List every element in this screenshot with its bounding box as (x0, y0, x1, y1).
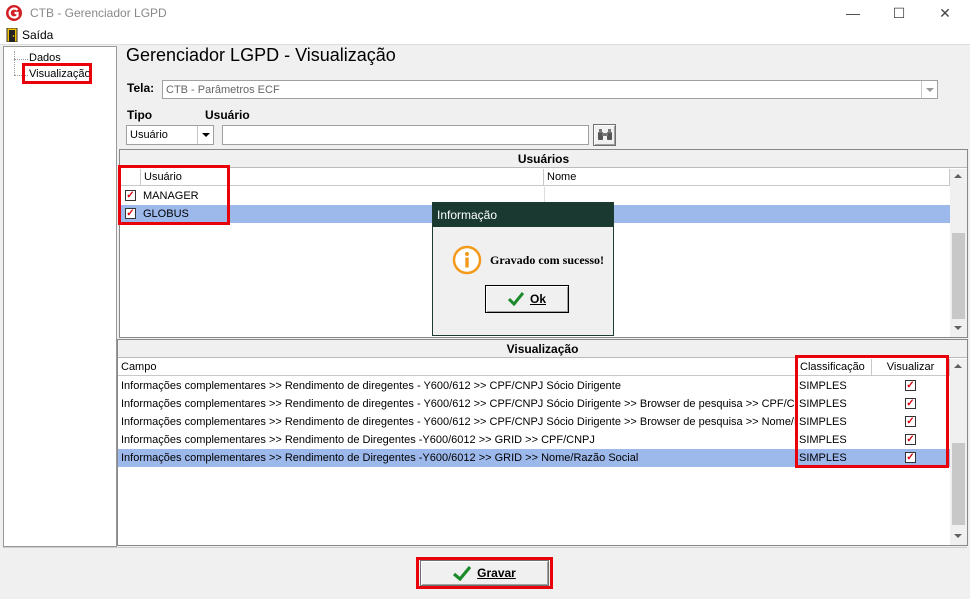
usuario-label: Usuário (205, 108, 250, 122)
scrollbar-thumb[interactable] (952, 233, 965, 319)
campo-cell: Informações complementares >> Rendimento… (121, 398, 797, 410)
dialog-title: Informação (433, 203, 613, 227)
checkmark-icon (507, 292, 524, 306)
info-dialog: Informação Gravado com sucesso! Ok (432, 202, 614, 336)
tela-value: CTB - Parâmetros ECF (166, 84, 280, 96)
visualizacao-scrollbar[interactable] (950, 359, 967, 545)
exit-door-icon (6, 28, 18, 42)
tree-connector (14, 51, 15, 75)
title-bar: CTB - Gerenciador LGPD (0, 0, 970, 26)
ok-button[interactable]: Ok (485, 285, 569, 313)
highlight-box (118, 165, 230, 225)
scroll-down-icon[interactable] (954, 534, 962, 538)
campo-cell: Informações complementares >> Rendimento… (121, 434, 595, 446)
campo-cell: Informações complementares >> Rendimento… (121, 452, 639, 464)
highlight-box (22, 63, 92, 84)
menu-bar: Saída (0, 26, 970, 45)
campo-cell: Informações complementares >> Rendimento… (121, 380, 621, 392)
column-header-nome[interactable]: Nome (544, 169, 950, 186)
dialog-message: Gravado com sucesso! (490, 253, 604, 267)
page-title: Gerenciador LGPD - Visualização (126, 45, 396, 65)
chevron-down-icon[interactable] (197, 126, 213, 144)
scroll-up-icon[interactable] (954, 364, 962, 368)
tipo-value: Usuário (130, 129, 168, 141)
highlight-box (795, 355, 949, 468)
maximize-button[interactable]: ☐ (876, 0, 922, 26)
tela-label: Tela: (127, 81, 155, 95)
scroll-up-icon[interactable] (954, 174, 962, 178)
scrollbar-thumb[interactable] (952, 443, 965, 525)
window-title: CTB - Gerenciador LGPD (30, 6, 167, 20)
minimize-button[interactable]: — (830, 0, 876, 26)
ok-button-label: Ok (529, 292, 546, 306)
usuarios-scrollbar[interactable] (950, 169, 967, 337)
app-logo-icon (6, 5, 22, 21)
tipo-select[interactable]: Usuário (126, 125, 214, 145)
search-button[interactable] (593, 124, 616, 146)
tree-connector (14, 59, 28, 60)
close-button[interactable]: ✕ (922, 0, 968, 26)
tela-select[interactable]: CTB - Parâmetros ECF (162, 80, 938, 99)
menu-saida[interactable]: Saída (22, 28, 53, 42)
binoculars-icon (597, 129, 612, 140)
navigation-tree: Dados Visualização (3, 46, 117, 547)
tipo-label: Tipo (127, 108, 153, 122)
usuario-input[interactable] (222, 125, 589, 145)
campo-cell: Informações complementares >> Rendimento… (121, 416, 797, 428)
column-header-campo[interactable]: Campo (118, 359, 797, 376)
chevron-down-icon[interactable] (921, 81, 937, 98)
highlight-box (416, 557, 553, 589)
info-icon (452, 245, 482, 275)
scroll-down-icon[interactable] (954, 326, 962, 330)
usuarios-panel-title: Usuários (120, 150, 967, 168)
